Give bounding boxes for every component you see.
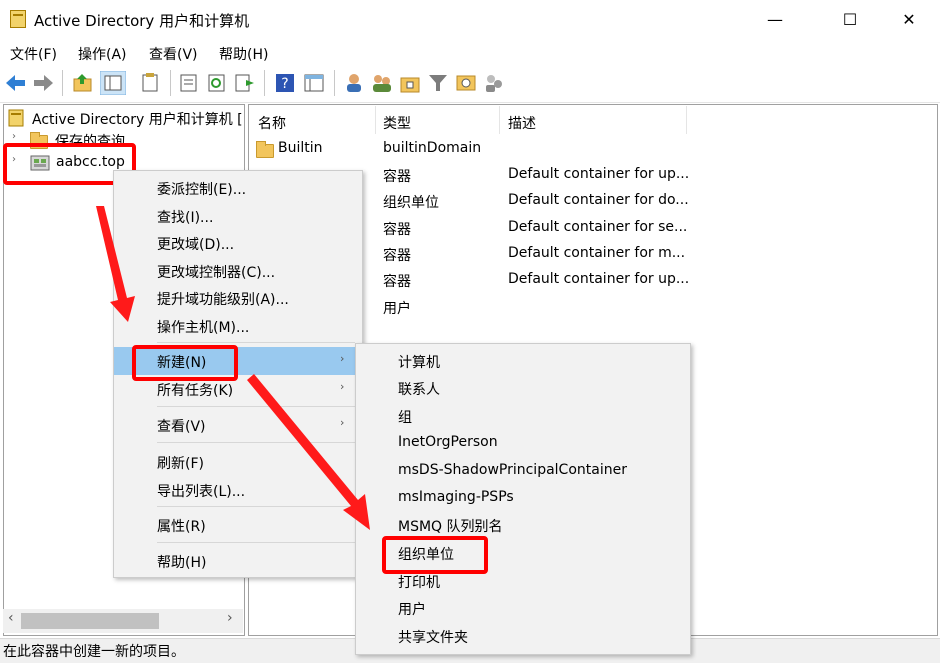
toolbar-separator xyxy=(62,70,63,96)
menu-item-raise-level[interactable]: 提升域功能级别(A)... xyxy=(157,289,289,309)
toolbar-separator xyxy=(334,70,335,96)
maximize-button[interactable]: ☐ xyxy=(827,0,873,40)
submenu-item-msimaging[interactable]: msImaging-PSPs xyxy=(398,489,514,505)
toolbar-separator xyxy=(264,70,265,96)
find-icon[interactable] xyxy=(455,72,477,94)
menu-item-view[interactable]: 查看(V) xyxy=(157,416,206,436)
app-icon xyxy=(10,10,26,28)
folder-icon xyxy=(256,141,274,158)
submenu-item-shadow-principal[interactable]: msDS-ShadowPrincipalContainer xyxy=(398,462,627,478)
list-row-description: Default container for up... xyxy=(508,166,690,182)
copy-icon[interactable] xyxy=(140,73,162,93)
menu-view[interactable]: 查看(V) xyxy=(149,44,198,64)
help-icon[interactable]: ? xyxy=(275,73,295,93)
scroll-left-icon[interactable]: ‹ xyxy=(8,610,14,626)
list-row-name[interactable]: Builtin xyxy=(278,140,323,156)
close-button[interactable]: ✕ xyxy=(886,0,932,40)
menu-item-all-tasks[interactable]: 所有任务(K) xyxy=(157,380,233,400)
expand-chevron-icon[interactable]: › xyxy=(12,131,16,142)
annotation-box-new xyxy=(132,345,238,381)
properties-icon[interactable] xyxy=(178,73,200,93)
list-row-description: Default container for m... xyxy=(508,245,686,261)
submenu-item-contact[interactable]: 联系人 xyxy=(398,379,440,399)
list-row-description: Default container for se... xyxy=(508,219,688,235)
column-divider[interactable] xyxy=(375,106,376,134)
toolbar-separator xyxy=(170,70,171,96)
submenu-item-user[interactable]: 用户 xyxy=(398,599,426,619)
scrollbar-thumb[interactable] xyxy=(21,613,159,629)
new-group-icon[interactable] xyxy=(371,72,393,94)
menu-item-properties[interactable]: 属性(R) xyxy=(157,516,206,536)
menu-item-change-dc[interactable]: 更改域控制器(C)... xyxy=(157,262,275,282)
list-row-description: Default container for do... xyxy=(508,192,689,208)
new-user-icon[interactable] xyxy=(343,72,365,94)
submenu-item-msmq-alias[interactable]: MSMQ 队列别名 xyxy=(398,516,503,536)
annotation-box-ou xyxy=(382,536,488,574)
menu-file[interactable]: 文件(F) xyxy=(10,44,57,64)
list-row-type: 容器 xyxy=(383,248,411,264)
menu-action[interactable]: 操作(A) xyxy=(78,44,127,64)
submenu-arrow-icon: › xyxy=(340,380,345,393)
menu-item-change-domain[interactable]: 更改域(D)... xyxy=(157,234,234,254)
menu-separator xyxy=(157,506,355,507)
submenu-item-computer[interactable]: 计算机 xyxy=(398,352,440,372)
list-row-type: 用户 xyxy=(383,301,411,317)
back-icon[interactable] xyxy=(5,73,27,93)
submenu-item-shared-folder[interactable]: 共享文件夹 xyxy=(398,627,468,647)
menu-item-help[interactable]: 帮助(H) xyxy=(157,552,206,572)
menu-help[interactable]: 帮助(H) xyxy=(219,44,268,64)
menu-item-find[interactable]: 查找(I)... xyxy=(157,207,213,227)
menu-separator xyxy=(157,406,355,407)
svg-text:?: ? xyxy=(281,76,288,92)
details-icon[interactable] xyxy=(303,73,325,93)
column-divider[interactable] xyxy=(686,106,687,134)
submenu-arrow-icon: › xyxy=(340,416,345,429)
menu-separator xyxy=(157,542,355,543)
submenu-item-printer[interactable]: 打印机 xyxy=(398,572,440,592)
list-row-type: 容器 xyxy=(383,222,411,238)
new-ou-icon[interactable] xyxy=(399,72,421,94)
column-header-description[interactable]: 描述 xyxy=(508,113,536,133)
column-header-name[interactable]: 名称 xyxy=(258,113,286,133)
menu-item-export-list[interactable]: 导出列表(L)... xyxy=(157,481,245,501)
menu-item-refresh[interactable]: 刷新(F) xyxy=(157,453,204,473)
forward-icon[interactable] xyxy=(32,73,54,93)
up-folder-icon[interactable] xyxy=(72,73,94,93)
menu-item-operations-masters[interactable]: 操作主机(M)... xyxy=(157,317,249,337)
submenu-item-inetorgperson[interactable]: InetOrgPerson xyxy=(398,434,498,450)
list-row-type: 容器 xyxy=(383,274,411,290)
status-text: 在此容器中创建一新的项目。 xyxy=(3,644,185,660)
menu-separator xyxy=(157,442,355,443)
ad-root-icon xyxy=(8,109,24,127)
add-to-group-icon[interactable] xyxy=(483,72,505,94)
window-title: Active Directory 用户和计算机 xyxy=(34,12,250,30)
filter-icon[interactable] xyxy=(427,72,449,94)
list-row-type: 组织单位 xyxy=(383,195,439,211)
list-row-type: 容器 xyxy=(383,169,411,185)
show-tree-icon[interactable] xyxy=(100,71,126,95)
menu-item-delegate-control[interactable]: 委派控制(E)... xyxy=(157,179,246,199)
refresh-icon[interactable] xyxy=(206,73,228,93)
submenu-arrow-icon: › xyxy=(340,352,345,365)
column-header-type[interactable]: 类型 xyxy=(383,113,411,133)
menu-bar xyxy=(0,40,940,66)
column-divider[interactable] xyxy=(499,106,500,134)
list-row-description: Default container for up... xyxy=(508,271,690,287)
export-icon[interactable] xyxy=(234,73,256,93)
list-row-type: builtinDomain xyxy=(383,140,482,156)
submenu-item-group[interactable]: 组 xyxy=(398,407,412,427)
scroll-right-icon[interactable]: › xyxy=(227,610,233,626)
minimize-button[interactable]: — xyxy=(752,0,798,40)
tree-root[interactable]: Active Directory 用户和计算机 [ xyxy=(32,109,243,129)
menu-separator xyxy=(157,342,355,343)
